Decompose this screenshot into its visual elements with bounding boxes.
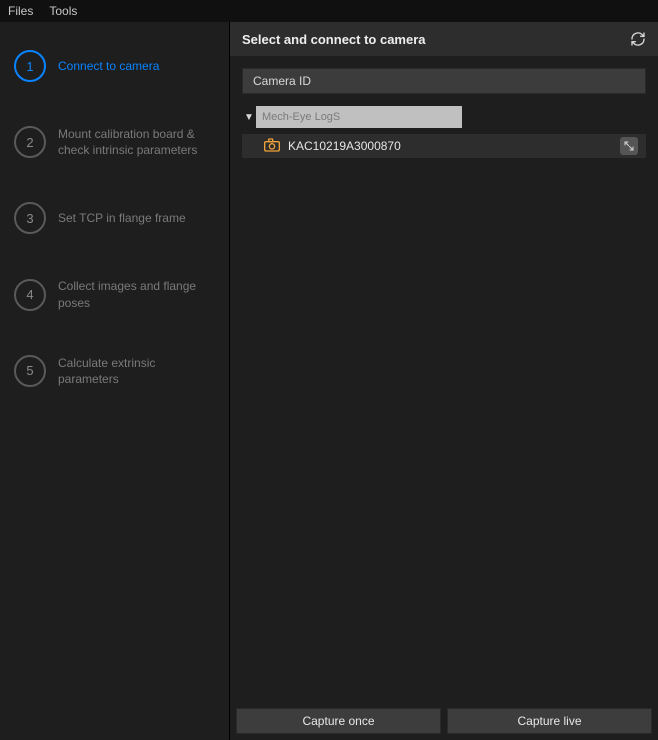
step-number: 4	[14, 279, 46, 311]
step-label: Set TCP in flange frame	[58, 210, 186, 226]
camera-id-text: KAC10219A3000870	[288, 139, 612, 153]
step-label: Connect to camera	[58, 58, 159, 74]
tree-group-label: Mech-Eye LogS	[256, 106, 462, 128]
capture-footer: Capture once Capture live	[230, 702, 658, 740]
main-header: Select and connect to camera	[230, 22, 658, 56]
capture-live-button[interactable]: Capture live	[447, 708, 652, 734]
body: 1 Connect to camera 2 Mount calibration …	[0, 22, 658, 740]
page-title: Select and connect to camera	[242, 32, 426, 47]
wizard-steps: 1 Connect to camera 2 Mount calibration …	[0, 22, 230, 740]
column-header-camera-id: Camera ID	[242, 68, 646, 94]
capture-once-button[interactable]: Capture once	[236, 708, 441, 734]
step-label: Mount calibration board & check intrinsi…	[58, 126, 217, 158]
step-label: Collect images and flange poses	[58, 278, 217, 310]
camera-tree: ▼ Mech-Eye LogS KAC10219A3000870	[242, 106, 646, 694]
camera-icon	[264, 138, 280, 155]
camera-list-item[interactable]: KAC10219A3000870	[242, 134, 646, 158]
step-number: 1	[14, 50, 46, 82]
step-calculate-extrinsic[interactable]: 5 Calculate extrinsic parameters	[14, 355, 217, 387]
step-number: 3	[14, 202, 46, 234]
main-panel: Select and connect to camera Camera ID ▼…	[230, 22, 658, 740]
menu-tools[interactable]: Tools	[49, 4, 77, 18]
camera-list-panel: Camera ID ▼ Mech-Eye LogS KAC10219A30008	[230, 56, 658, 702]
expand-icon[interactable]	[620, 137, 638, 155]
tree-group-row[interactable]: ▼ Mech-Eye LogS	[242, 106, 462, 128]
step-collect-images[interactable]: 4 Collect images and flange poses	[14, 278, 217, 310]
refresh-icon[interactable]	[630, 31, 646, 47]
step-set-tcp[interactable]: 3 Set TCP in flange frame	[14, 202, 217, 234]
menu-files[interactable]: Files	[8, 4, 33, 18]
step-label: Calculate extrinsic parameters	[58, 355, 217, 387]
step-connect-camera[interactable]: 1 Connect to camera	[14, 50, 217, 82]
menubar: Files Tools	[0, 0, 658, 22]
step-number: 5	[14, 355, 46, 387]
step-number: 2	[14, 126, 46, 158]
step-mount-calibration-board[interactable]: 2 Mount calibration board & check intrin…	[14, 126, 217, 158]
caret-down-icon: ▼	[242, 112, 256, 123]
